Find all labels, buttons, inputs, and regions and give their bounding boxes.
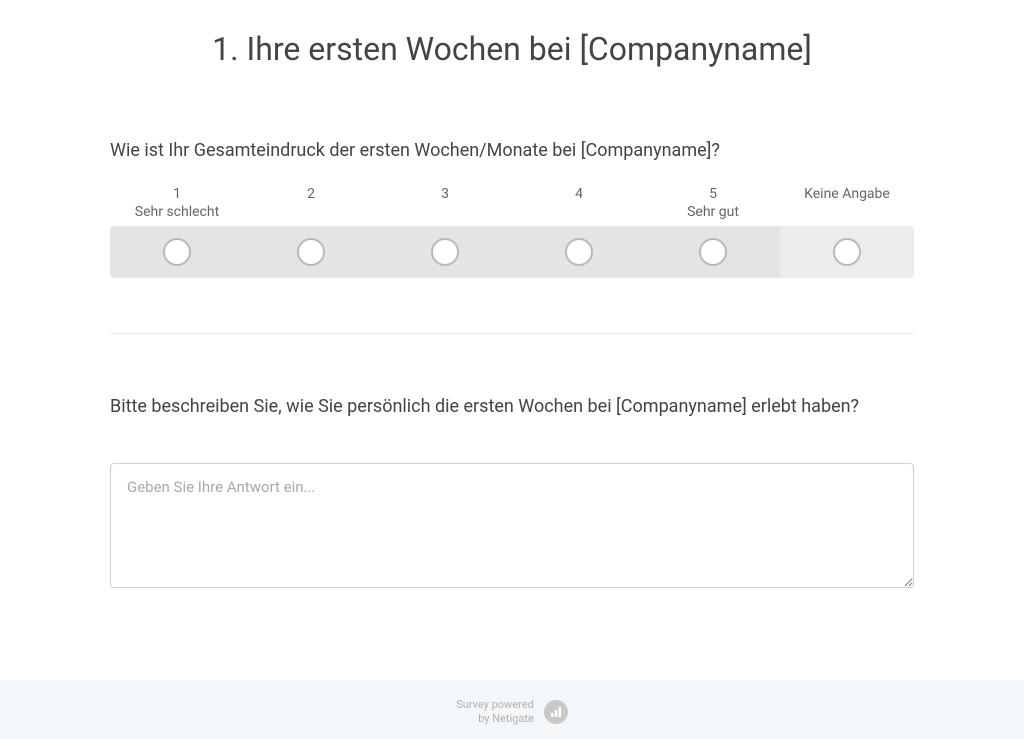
question1-section: Wie ist Ihr Gesamteindruck der ersten Wo… xyxy=(0,138,1024,278)
rating-option-1[interactable] xyxy=(110,226,244,278)
rating-header-na: Keine Angabe xyxy=(780,185,914,221)
rating-option-5[interactable] xyxy=(646,226,780,278)
rating-header-1: 1 Sehr schlecht xyxy=(110,185,244,221)
radio-icon xyxy=(833,238,861,266)
netigate-logo-icon xyxy=(544,700,568,724)
question-divider xyxy=(110,333,914,334)
rating-header-5: 5 Sehr gut xyxy=(646,185,780,221)
radio-icon xyxy=(163,238,191,266)
page-title: 1. Ihre ersten Wochen bei [Companyname] xyxy=(0,30,1024,68)
rating-option-2[interactable] xyxy=(244,226,378,278)
footer-text: Survey powered by Netigate xyxy=(456,698,534,727)
radio-icon xyxy=(431,238,459,266)
rating-option-na[interactable] xyxy=(780,226,914,278)
question2-section: Bitte beschreiben Sie, wie Sie persönlic… xyxy=(0,394,1024,592)
rating-header-row: 1 Sehr schlecht 2 3 4 5 Sehr gut Keine xyxy=(110,185,914,221)
rating-header-4: 4 xyxy=(512,185,646,221)
survey-footer: Survey powered by Netigate xyxy=(0,680,1024,739)
rating-option-3[interactable] xyxy=(378,226,512,278)
question1-text: Wie ist Ihr Gesamteindruck der ersten Wo… xyxy=(110,138,914,163)
radio-icon xyxy=(565,238,593,266)
rating-option-4[interactable] xyxy=(512,226,646,278)
survey-container: 1. Ihre ersten Wochen bei [Companyname] … xyxy=(0,0,1024,680)
rating-header-2: 2 xyxy=(244,185,378,221)
answer-textarea[interactable] xyxy=(110,463,914,588)
radio-icon xyxy=(297,238,325,266)
radio-icon xyxy=(699,238,727,266)
question2-text: Bitte beschreiben Sie, wie Sie persönlic… xyxy=(110,394,914,419)
rating-header-3: 3 xyxy=(378,185,512,221)
rating-radio-row xyxy=(110,226,914,278)
